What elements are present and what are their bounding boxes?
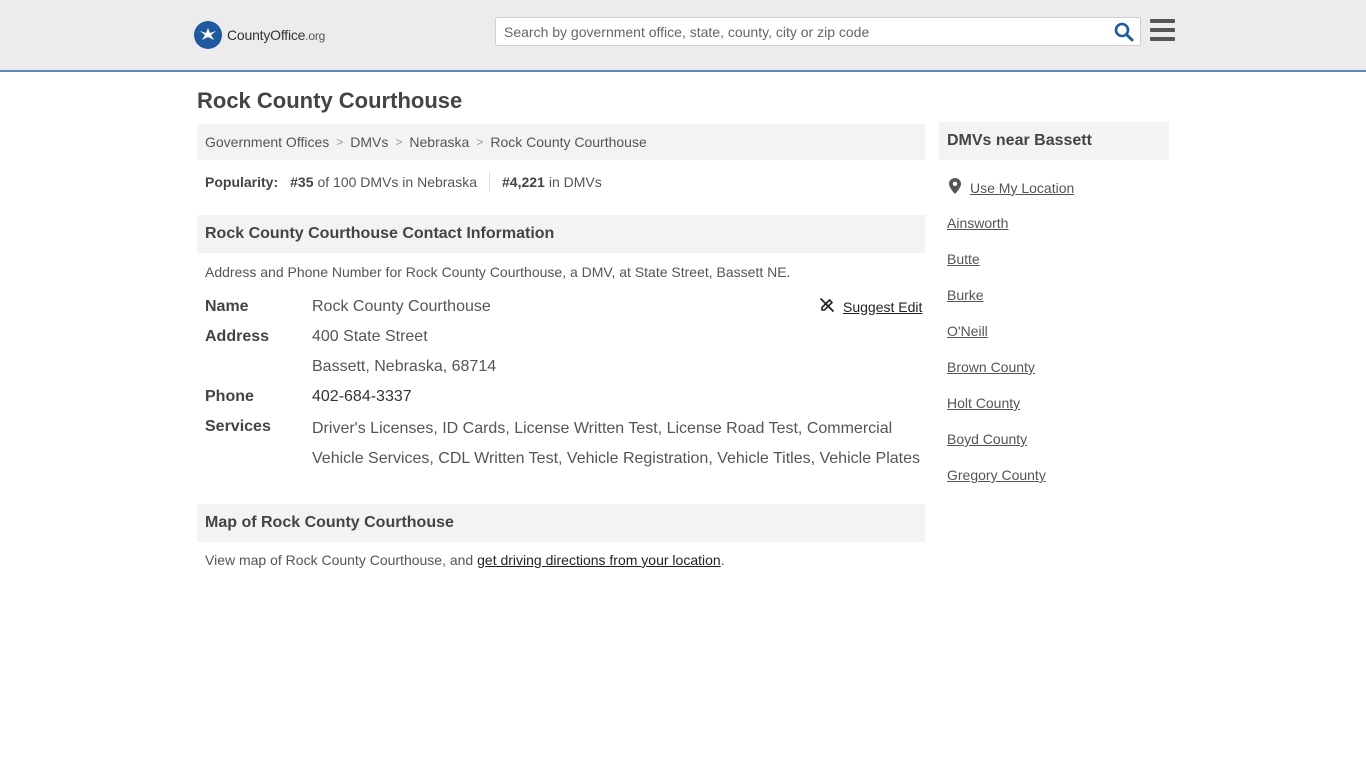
sidebar-link-oneill[interactable]: O'Neill — [947, 323, 988, 339]
address-label: Address — [205, 328, 270, 345]
site-logo[interactable]: CountyOffice.org — [194, 20, 325, 50]
search-box — [495, 17, 1141, 46]
map-description: View map of Rock County Courthouse, and … — [205, 552, 725, 568]
search-icon[interactable] — [1114, 22, 1134, 42]
site-header: CountyOffice.org — [0, 0, 1366, 72]
address-line2: Bassett, Nebraska, 68714 — [312, 358, 497, 375]
phone-link[interactable]: 402-684-3337 — [312, 388, 412, 405]
state-rank: #35 — [290, 174, 314, 190]
national-rank-text: in DMVs — [548, 174, 602, 190]
breadcrumb: Government Offices > DMVs > Nebraska > R… — [197, 124, 925, 160]
use-my-location-button[interactable]: Use My Location — [949, 178, 1074, 197]
contact-description: Address and Phone Number for Rock County… — [205, 264, 791, 280]
breadcrumb-separator-icon: > — [336, 135, 344, 149]
popularity-label: Popularity: — [205, 174, 279, 190]
search-input[interactable] — [496, 18, 1106, 45]
phone-label: Phone — [205, 388, 254, 405]
sidebar-link-gregory-county[interactable]: Gregory County — [947, 467, 1046, 483]
national-rank: #4,221 — [502, 174, 545, 190]
suggest-edit-link[interactable]: Suggest Edit — [843, 299, 922, 315]
name-value: Rock County Courthouse — [312, 298, 491, 315]
use-my-location-link[interactable]: Use My Location — [970, 180, 1074, 196]
breadcrumb-government-offices[interactable]: Government Offices — [205, 134, 329, 150]
breadcrumb-separator-icon: > — [476, 135, 484, 149]
services-label: Services — [205, 418, 271, 435]
breadcrumb-current: Rock County Courthouse — [490, 134, 647, 150]
sidebar-link-brown-county[interactable]: Brown County — [947, 359, 1035, 375]
eagle-seal-icon — [194, 21, 222, 49]
hamburger-menu-icon[interactable] — [1150, 19, 1175, 41]
edit-off-icon — [819, 297, 835, 316]
map-text-end: . — [720, 552, 725, 568]
popularity-row: Popularity: #35 of 100 DMVs in Nebraska … — [205, 172, 602, 192]
services-value: Driver's Licenses, ID Cards, License Wri… — [312, 420, 920, 467]
popularity-divider — [489, 172, 491, 192]
state-rank-text: of 100 DMVs in Nebraska — [317, 174, 478, 190]
sidebar-link-burke[interactable]: Burke — [947, 287, 984, 303]
phone-value: 402-684-3337 — [312, 388, 412, 406]
map-text: View map of Rock County Courthouse, and — [205, 552, 478, 568]
sidebar-link-butte[interactable]: Butte — [947, 251, 980, 267]
breadcrumb-nebraska[interactable]: Nebraska — [409, 134, 469, 150]
breadcrumb-separator-icon: > — [395, 135, 403, 149]
sidebar-link-holt-county[interactable]: Holt County — [947, 395, 1020, 411]
name-label: Name — [205, 298, 249, 315]
breadcrumb-dmvs[interactable]: DMVs — [350, 134, 388, 150]
logo-wordmark: CountyOffice.org — [227, 27, 326, 43]
map-heading: Map of Rock County Courthouse — [197, 504, 925, 542]
map-pin-icon — [949, 178, 961, 197]
sidebar-heading: DMVs near Bassett — [939, 122, 1169, 160]
sidebar-link-boyd-county[interactable]: Boyd County — [947, 431, 1027, 447]
address-line1: 400 State Street — [312, 328, 428, 345]
page-title: Rock County Courthouse — [197, 88, 463, 113]
contact-heading: Rock County Courthouse Contact Informati… — [197, 215, 925, 253]
suggest-edit-button[interactable]: Suggest Edit — [819, 297, 922, 316]
driving-directions-link[interactable]: get driving directions from your locatio… — [477, 552, 721, 568]
sidebar-link-ainsworth[interactable]: Ainsworth — [947, 215, 1008, 231]
